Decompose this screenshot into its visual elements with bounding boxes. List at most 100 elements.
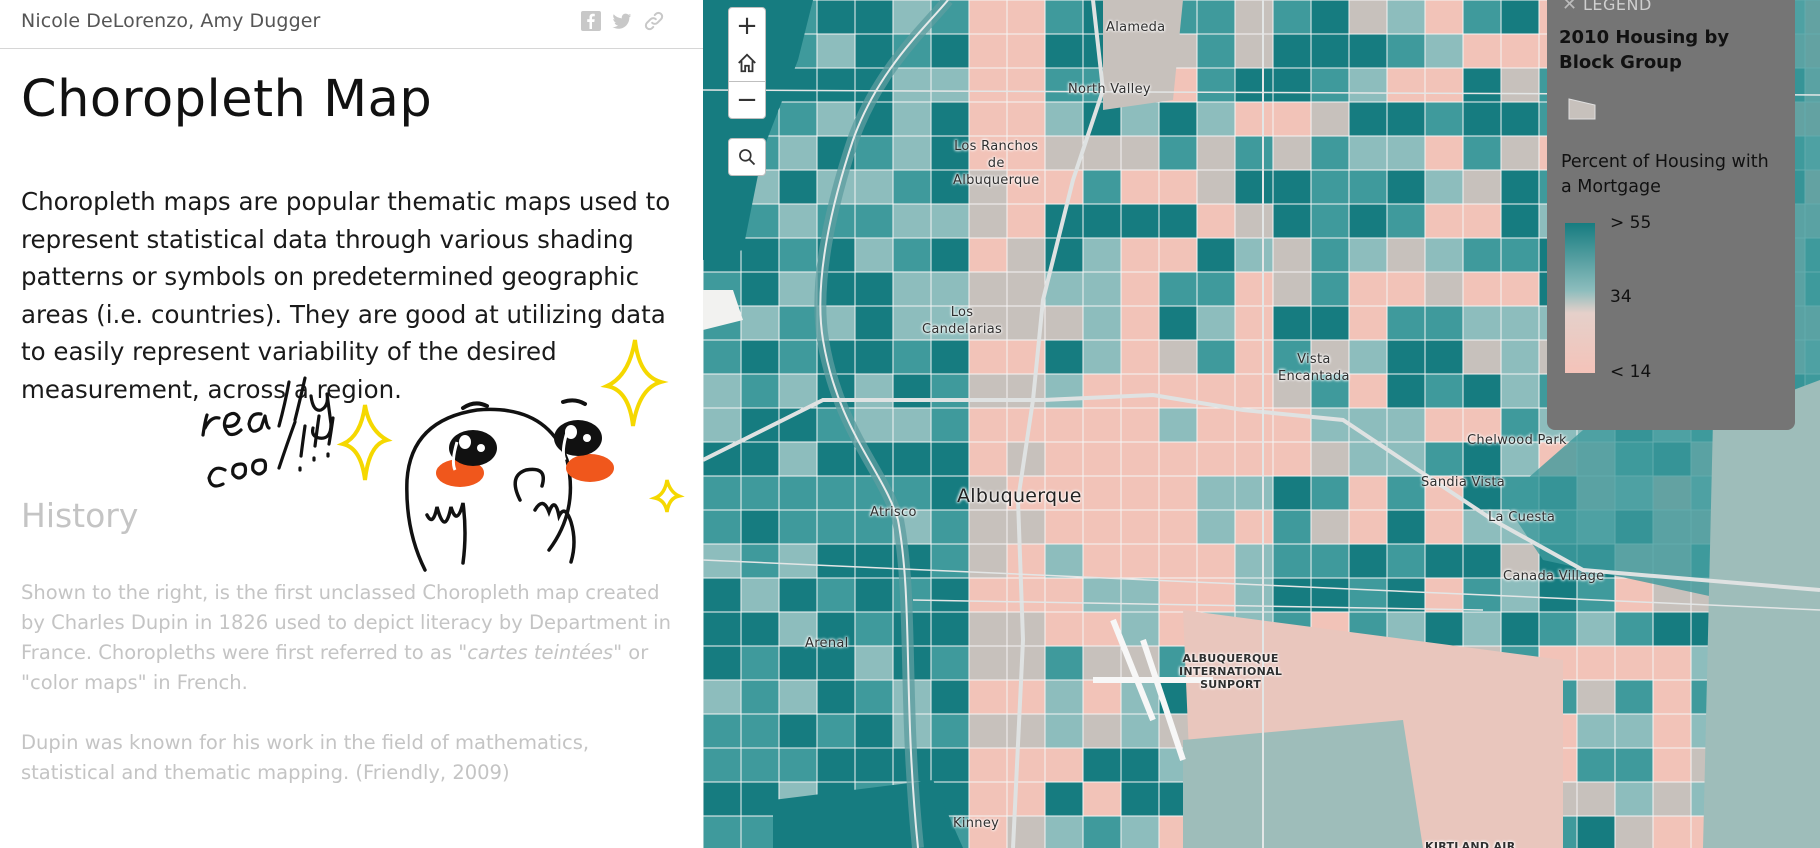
block-group-polygon bbox=[703, 679, 742, 715]
block-group-polygon bbox=[1234, 509, 1274, 545]
history-paragraph-1: Shown to the right, is the first unclass… bbox=[21, 581, 671, 694]
block-group-polygon bbox=[1196, 203, 1236, 239]
label-la-cuesta: La Cuesta bbox=[1488, 510, 1556, 525]
block-group-polygon bbox=[1462, 0, 1502, 35]
block-group-polygon bbox=[1348, 577, 1388, 613]
legend-panel: ✕ LEGEND 2010 Housing by Block Group Per… bbox=[1547, 0, 1795, 430]
south-zone bbox=[1183, 720, 1423, 848]
block-group-polygon bbox=[1234, 67, 1274, 103]
home-icon bbox=[738, 52, 756, 72]
block-group-polygon bbox=[1006, 271, 1046, 307]
block-group-polygon bbox=[1082, 237, 1122, 273]
block-group-polygon bbox=[1386, 169, 1426, 205]
block-group-polygon bbox=[854, 577, 894, 613]
zoom-in-button[interactable]: + bbox=[728, 7, 766, 45]
block-group-polygon bbox=[1158, 305, 1198, 341]
block-group-polygon bbox=[1652, 679, 1692, 715]
block-group-polygon bbox=[1082, 577, 1122, 613]
block-group-polygon bbox=[1196, 237, 1236, 273]
block-group-polygon bbox=[740, 373, 780, 409]
block-group-polygon bbox=[1234, 475, 1274, 511]
block-group-polygon bbox=[1234, 441, 1274, 477]
label-albuquerque: Albuquerque bbox=[957, 485, 1082, 507]
block-group-polygon bbox=[1614, 815, 1654, 848]
block-group-polygon bbox=[816, 101, 856, 137]
block-group-polygon bbox=[1500, 237, 1540, 273]
home-button[interactable] bbox=[728, 44, 766, 82]
block-group-polygon bbox=[1424, 237, 1464, 273]
block-group-polygon bbox=[1386, 237, 1426, 273]
label-kinney: Kinney bbox=[953, 816, 1000, 831]
block-group-polygon bbox=[1310, 237, 1350, 273]
block-group-polygon bbox=[1462, 33, 1502, 69]
block-group-polygon bbox=[1500, 67, 1540, 103]
color-ramp bbox=[1565, 223, 1595, 373]
block-group-polygon bbox=[1348, 169, 1388, 205]
block-group-polygon bbox=[1006, 781, 1046, 817]
block-group-polygon bbox=[740, 577, 780, 613]
block-group-polygon bbox=[778, 135, 818, 171]
block-group-polygon bbox=[1196, 305, 1236, 341]
block-group-polygon bbox=[1120, 611, 1160, 647]
block-group-polygon bbox=[1234, 271, 1274, 307]
label-arenal: Arenal bbox=[805, 636, 849, 651]
block-group-polygon bbox=[1272, 203, 1312, 239]
block-group-polygon bbox=[854, 271, 894, 307]
block-group-polygon bbox=[1006, 33, 1046, 69]
block-group-polygon bbox=[968, 101, 1008, 137]
legend-close-icon[interactable]: ✕ bbox=[1562, 0, 1577, 15]
block-group-polygon bbox=[778, 237, 818, 273]
block-group-polygon bbox=[1120, 407, 1160, 443]
block-group-polygon bbox=[892, 339, 932, 375]
block-group-polygon bbox=[1424, 135, 1464, 171]
legend-field-name: Percent of Housing with a Mortgage bbox=[1561, 152, 1769, 197]
block-group-polygon bbox=[1272, 475, 1312, 511]
block-group-polygon bbox=[968, 509, 1008, 545]
block-group-polygon bbox=[1120, 815, 1160, 848]
block-group-polygon bbox=[778, 441, 818, 477]
block-group-polygon bbox=[1576, 611, 1616, 647]
block-group-polygon bbox=[1462, 203, 1502, 239]
block-group-polygon bbox=[1424, 0, 1464, 35]
block-group-polygon bbox=[1652, 815, 1692, 848]
block-group-polygon bbox=[1424, 509, 1464, 545]
block-group-polygon bbox=[854, 611, 894, 647]
label-sandia-vista: Sandia Vista bbox=[1421, 475, 1506, 490]
block-group-polygon bbox=[740, 271, 780, 307]
block-group-polygon bbox=[1196, 407, 1236, 443]
label-kirtland: KIRTLAND AIR bbox=[1425, 840, 1516, 848]
block-group-polygon bbox=[1120, 271, 1160, 307]
block-group-polygon bbox=[1348, 475, 1388, 511]
block-group-polygon bbox=[930, 339, 970, 375]
block-group-polygon bbox=[1082, 815, 1122, 848]
block-group-polygon bbox=[1044, 713, 1084, 749]
block-group-polygon bbox=[968, 0, 1008, 35]
block-group-polygon bbox=[1120, 441, 1160, 477]
label-los-ranchos: Los Ranchos de Albuquerque bbox=[953, 139, 1040, 188]
block-group-polygon bbox=[1500, 271, 1540, 307]
block-group-polygon bbox=[1120, 101, 1160, 137]
link-icon[interactable] bbox=[643, 10, 665, 32]
block-group-polygon bbox=[1272, 305, 1312, 341]
block-group-polygon bbox=[1272, 33, 1312, 69]
block-group-polygon bbox=[816, 747, 856, 783]
block-group-polygon bbox=[1082, 475, 1122, 511]
facebook-icon[interactable] bbox=[580, 10, 602, 32]
block-group-polygon bbox=[1462, 373, 1502, 409]
block-group-polygon bbox=[930, 407, 970, 443]
label-alameda: Alameda bbox=[1106, 20, 1166, 35]
block-group-polygon bbox=[968, 781, 1008, 817]
search-button[interactable] bbox=[728, 138, 766, 176]
block-group-polygon bbox=[1386, 339, 1426, 375]
block-group-polygon bbox=[1310, 203, 1350, 239]
block-group-polygon bbox=[740, 747, 780, 783]
twitter-icon[interactable] bbox=[611, 10, 633, 32]
block-group-polygon bbox=[968, 203, 1008, 239]
history-paragraph-2: Dupin was known for his work in the fiel… bbox=[21, 731, 590, 784]
block-group-polygon bbox=[1310, 271, 1350, 307]
zoom-out-button[interactable]: − bbox=[728, 81, 766, 119]
block-group-polygon bbox=[892, 101, 932, 137]
block-group-polygon bbox=[1120, 475, 1160, 511]
block-group-polygon bbox=[1386, 407, 1426, 443]
block-group-polygon bbox=[1462, 543, 1502, 579]
